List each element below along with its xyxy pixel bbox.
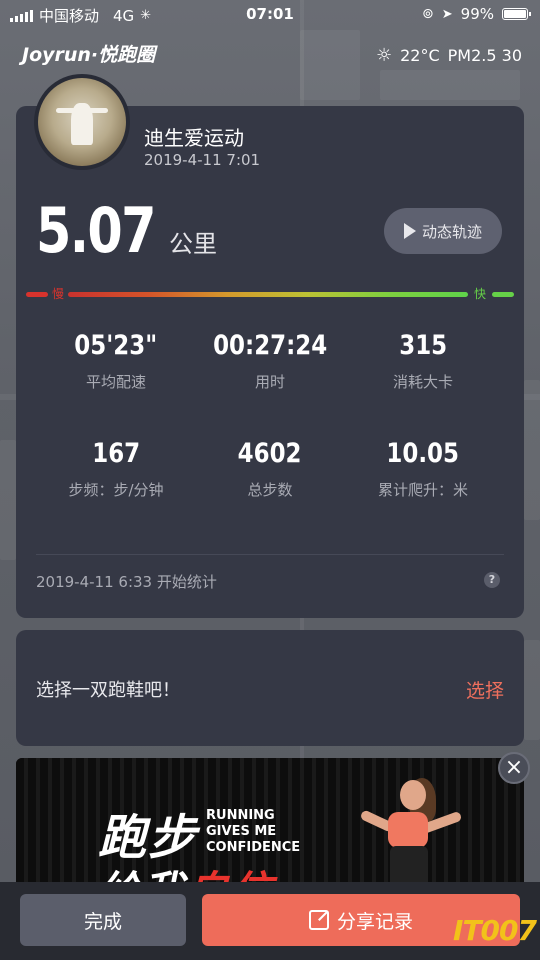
stat-value: 10.05: [386, 438, 460, 469]
share-icon: [308, 910, 329, 930]
user-name[interactable]: 迪生爱运动: [144, 122, 244, 151]
runner-image: [352, 778, 472, 898]
stat-cadence: 167 步频：步/分钟: [36, 438, 196, 500]
stat-label: 平均配速: [85, 373, 146, 391]
dynamic-track-button[interactable]: 动态轨迹: [384, 208, 502, 254]
stat-label: 总步数: [247, 481, 293, 499]
avatar[interactable]: [34, 74, 130, 170]
select-shoe-button[interactable]: 选择: [466, 676, 504, 703]
pace-bar: 慢 快: [26, 287, 514, 301]
shoe-card: 选择一双跑鞋吧！ 选择: [16, 630, 524, 746]
location-icon: ➤: [441, 6, 453, 22]
share-label: 分享记录: [336, 910, 413, 933]
air-quality: PM2.5 30: [447, 46, 522, 65]
pace-fast-label: 快: [473, 287, 486, 301]
play-icon: [403, 223, 416, 239]
dynamic-track-label: 动态轨迹: [421, 222, 482, 241]
run-summary-card: 迪生爱运动 2019-4-11 7:01 5.07 公里 动态轨迹 慢 快 05…: [16, 106, 524, 618]
ad-banner[interactable]: 跑步 RUNNING GIVES ME CONFIDENCE 给我自信: [16, 758, 524, 898]
stat-elevation: 10.05 累计爬升：米: [343, 438, 503, 500]
done-button[interactable]: 完成: [20, 894, 186, 946]
weather-info: ☼ 22°C PM2.5 30: [376, 45, 522, 66]
stat-value: 05'23": [74, 330, 158, 361]
watermark: IT007: [453, 914, 537, 947]
stat-label: 用时: [254, 373, 285, 391]
run-date: 2019-4-11 7:01: [144, 151, 261, 169]
stat-calories: 315 消耗大卡: [343, 330, 503, 392]
divider: [36, 554, 504, 555]
temperature: 22°C: [400, 46, 440, 65]
stat-value: 167: [92, 438, 140, 469]
pace-gradient: [68, 292, 468, 297]
shoe-prompt: 选择一双跑鞋吧！: [36, 680, 180, 701]
stat-avg-pace: 05'23" 平均配速: [36, 330, 196, 392]
help-icon[interactable]: ?: [484, 572, 500, 588]
ad-slogan-line: RUNNING: [206, 808, 275, 823]
stat-label: 累计爬升：米: [377, 481, 468, 499]
distance-unit: 公里: [168, 230, 217, 258]
distance: 5.07 公里: [36, 194, 217, 267]
rotation-lock-icon: ⊚: [422, 6, 434, 22]
ad-slogan: RUNNING GIVES ME CONFIDENCE: [206, 808, 300, 856]
close-ad-icon[interactable]: ×: [498, 752, 530, 784]
stat-label: 步频：步/分钟: [68, 481, 164, 499]
stat-duration: 00:27:24 用时: [190, 330, 350, 392]
app-logo: Joyrun·悦跑圈: [22, 44, 156, 66]
pace-slow-label: 慢: [52, 287, 65, 301]
ad-slogan-line: CONFIDENCE: [206, 840, 301, 855]
start-time-text: 2019-4-11 6:33 开始统计: [36, 573, 217, 591]
stat-label: 消耗大卡: [392, 373, 453, 391]
sun-icon: ☼: [375, 45, 393, 66]
stat-value: 315: [399, 330, 447, 361]
battery-percent: 99%: [460, 5, 494, 23]
ad-slogan-line: GIVES ME: [206, 824, 277, 839]
stat-value: 00:27:24: [212, 330, 328, 361]
distance-value: 5.07: [36, 194, 157, 267]
status-bar: 中国移动 4G ✳ 07:01 ⊚ ➤ 99%: [0, 0, 540, 30]
stat-steps: 4602 总步数: [190, 438, 350, 500]
stat-value: 4602: [238, 438, 302, 469]
battery-icon: [502, 8, 531, 20]
